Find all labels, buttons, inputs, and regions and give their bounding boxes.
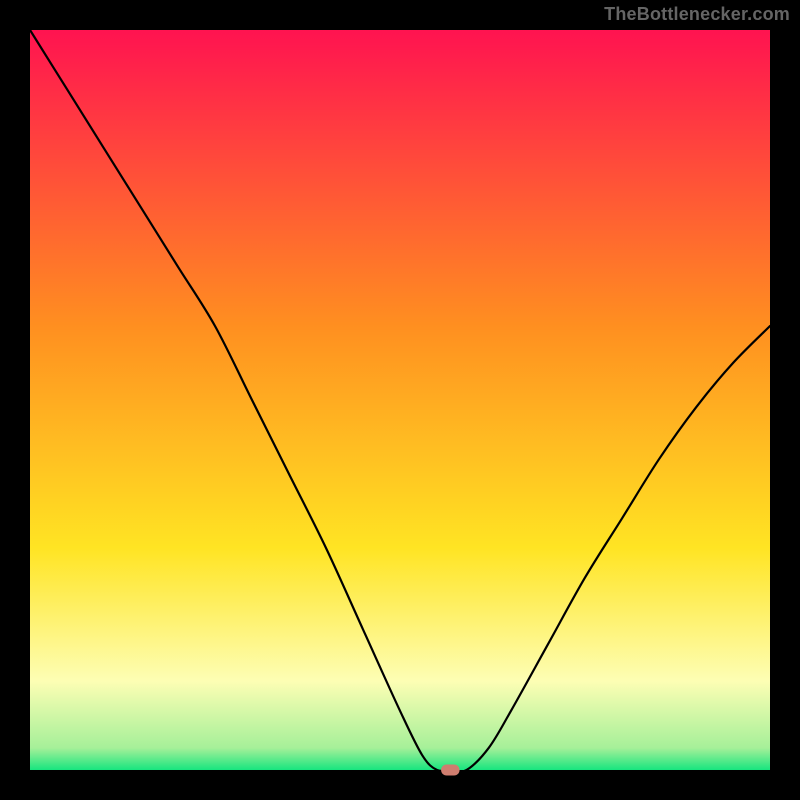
chart-plot-area [30,30,770,770]
optimal-marker [441,764,460,775]
attribution-label: TheBottlenecker.com [604,4,790,25]
chart-canvas [0,0,800,800]
bottleneck-chart: TheBottlenecker.com [0,0,800,800]
